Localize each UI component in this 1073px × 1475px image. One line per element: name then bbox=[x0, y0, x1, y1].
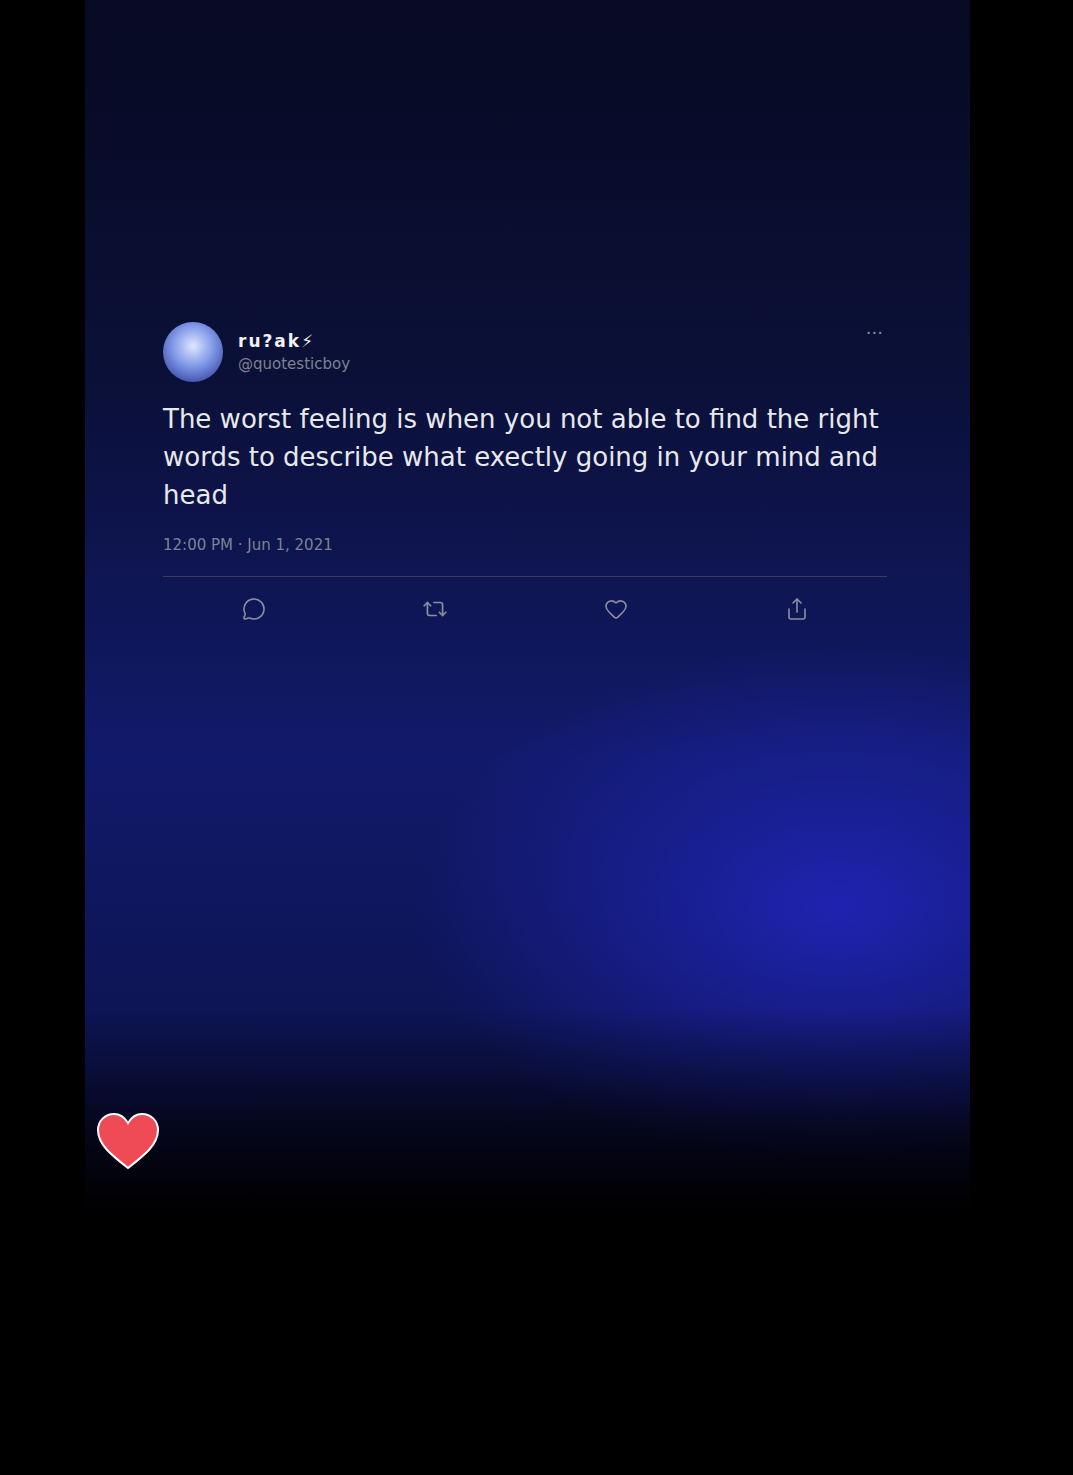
reply-button[interactable] bbox=[239, 594, 269, 624]
avatar[interactable] bbox=[163, 322, 223, 382]
action-bar bbox=[163, 594, 887, 624]
display-name[interactable]: ru?ak⚡ bbox=[238, 331, 851, 351]
page: ru?ak⚡ @quotesticboy ··· The worst feeling … bbox=[0, 0, 1073, 1475]
handle[interactable]: @quotesticboy bbox=[238, 355, 851, 373]
retweet-button[interactable] bbox=[420, 594, 450, 624]
timestamp: 12:00 PM · Jun 1, 2021 bbox=[163, 536, 887, 554]
retweet-icon bbox=[422, 596, 448, 622]
author: ru?ak⚡ @quotesticboy bbox=[238, 331, 851, 373]
tweet-card: ru?ak⚡ @quotesticboy ··· The worst feeling … bbox=[163, 322, 887, 624]
like-button[interactable] bbox=[601, 594, 631, 624]
heart-icon bbox=[604, 597, 628, 621]
tweet-text: The worst feeling is when you not able t… bbox=[163, 400, 887, 514]
heart-icon bbox=[96, 1112, 160, 1172]
background-photo: ru?ak⚡ @quotesticboy ··· The worst feeling … bbox=[85, 0, 970, 1260]
share-icon bbox=[785, 597, 809, 621]
reply-icon bbox=[242, 597, 266, 621]
share-button[interactable] bbox=[782, 594, 812, 624]
more-icon[interactable]: ··· bbox=[866, 322, 887, 343]
divider bbox=[163, 576, 887, 577]
heart-sticker bbox=[96, 1112, 160, 1172]
tweet-header: ru?ak⚡ @quotesticboy ··· bbox=[163, 322, 887, 382]
